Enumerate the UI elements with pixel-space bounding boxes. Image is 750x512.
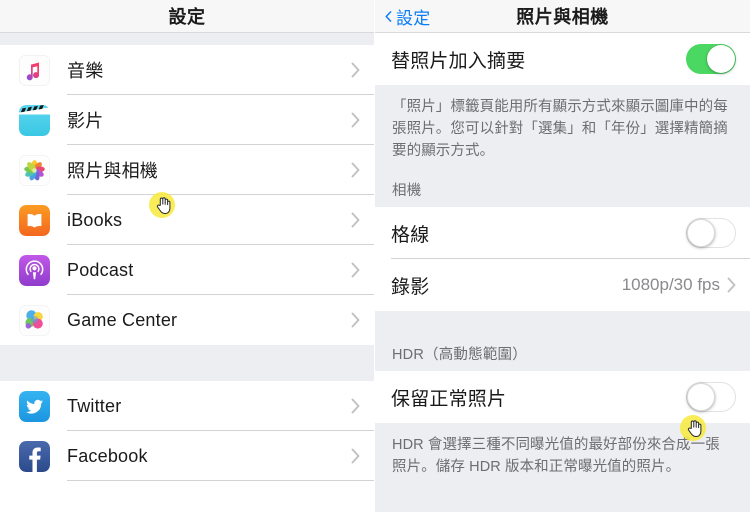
hdr-section: 保留正常照片 xyxy=(375,371,750,423)
sidebar-item-videos[interactable]: 影片 xyxy=(0,95,374,145)
photos-summary-footer: 「照片」標籤頁能用所有顯示方式來顯示圖庫中的每張照片。您可以針對「選集」和「年份… xyxy=(375,85,750,172)
record-video-value: 1080p/30 fps xyxy=(621,275,720,294)
bottom-spacer xyxy=(375,488,750,512)
sidebar-item-facebook[interactable]: Facebook xyxy=(0,431,374,481)
hdr-section-footer: HDR 會選擇三種不同曝光值的最好部份來合成一張照片。儲存 HDR 版本和正常曝… xyxy=(375,423,750,488)
dual-screenshot-container: 設定 音樂 影片 照片與相機 iBooks Podcast Game Cente… xyxy=(0,0,750,512)
chevron-right-icon xyxy=(351,162,360,178)
keep-normal-photo-row[interactable]: 保留正常照片 xyxy=(375,371,750,423)
chevron-right-icon xyxy=(727,277,736,293)
grid-row[interactable]: 格線 xyxy=(375,207,750,259)
gamecenter-app-icon xyxy=(19,304,50,336)
chevron-left-icon xyxy=(385,11,392,22)
record-video-row[interactable]: 錄影 1080p/30 fps xyxy=(375,259,750,311)
chevron-right-icon xyxy=(351,448,360,464)
keep-normal-photo-label: 保留正常照片 xyxy=(391,388,507,410)
facebook-app-icon xyxy=(19,440,50,472)
sidebar-item-photos-and-camera[interactable]: 照片與相機 xyxy=(0,145,374,195)
detail-page-title: 照片與相機 xyxy=(516,7,609,27)
list-top-gap xyxy=(0,33,374,45)
chevron-right-icon xyxy=(351,312,360,328)
ibooks-app-icon xyxy=(19,204,50,236)
sidebar-item-podcast[interactable]: Podcast xyxy=(0,245,374,295)
chevron-right-icon xyxy=(351,262,360,278)
chevron-right-icon xyxy=(351,212,360,228)
grid-label: 格線 xyxy=(391,224,430,246)
twitter-app-icon xyxy=(19,390,50,422)
photos-camera-detail-panel: 設定 照片與相機 替照片加入摘要 「照片」標籤頁能用所有顯示方式來顯示圖庫中的每… xyxy=(375,0,750,512)
summarize-photos-label: 替照片加入摘要 xyxy=(391,50,526,72)
sidebar-item-ibooks[interactable]: iBooks xyxy=(0,195,374,245)
sidebar-item-game-center[interactable]: Game Center xyxy=(0,295,374,345)
chevron-right-icon xyxy=(351,62,360,78)
page-title: 設定 xyxy=(168,7,206,27)
chevron-right-icon xyxy=(351,398,360,414)
sidebar-item-label: iBooks xyxy=(67,209,123,230)
toggle-knob xyxy=(687,383,715,411)
sidebar-item-music[interactable]: 音樂 xyxy=(0,45,374,95)
back-button-label: 設定 xyxy=(396,9,431,28)
section-spacer xyxy=(375,311,750,336)
sidebar-item-label: Game Center xyxy=(67,309,178,330)
photos-summary-section: 替照片加入摘要 xyxy=(375,33,750,85)
sidebar-item-label: Twitter xyxy=(67,395,122,416)
sidebar-item-label: 音樂 xyxy=(67,61,104,81)
summarize-photos-row[interactable]: 替照片加入摘要 xyxy=(375,33,750,85)
sidebar-item-twitter[interactable]: Twitter xyxy=(0,381,374,431)
camera-section-header: 相機 xyxy=(375,172,750,207)
videos-app-icon xyxy=(19,104,50,136)
settings-navbar: 設定 xyxy=(0,0,374,33)
podcast-app-icon xyxy=(19,254,50,286)
list-group-gap xyxy=(0,345,374,381)
toggle-knob xyxy=(687,219,715,247)
record-video-label: 錄影 xyxy=(391,276,430,298)
photos-app-icon xyxy=(19,154,50,186)
camera-section: 格線 錄影 1080p/30 fps xyxy=(375,207,750,311)
hdr-section-header: HDR（高動態範圍） xyxy=(375,336,750,371)
sidebar-item-label: Podcast xyxy=(67,259,134,280)
settings-group-apps: 音樂 影片 照片與相機 iBooks Podcast Game Center xyxy=(0,45,374,345)
toggle-knob xyxy=(707,45,735,73)
summarize-photos-toggle[interactable] xyxy=(686,44,736,74)
sidebar-item-label: 照片與相機 xyxy=(67,161,158,181)
keep-normal-photo-toggle[interactable] xyxy=(686,382,736,412)
settings-panel: 設定 音樂 影片 照片與相機 iBooks Podcast Game Cente… xyxy=(0,0,375,512)
music-app-icon xyxy=(19,54,50,86)
chevron-right-icon xyxy=(351,112,360,128)
sidebar-item-label: 影片 xyxy=(67,111,104,131)
sidebar-item-label: Facebook xyxy=(67,445,148,466)
grid-toggle[interactable] xyxy=(686,218,736,248)
detail-navbar: 設定 照片與相機 xyxy=(375,0,750,33)
back-button[interactable]: 設定 xyxy=(383,0,431,33)
settings-group-social: Twitter Facebook xyxy=(0,381,374,481)
